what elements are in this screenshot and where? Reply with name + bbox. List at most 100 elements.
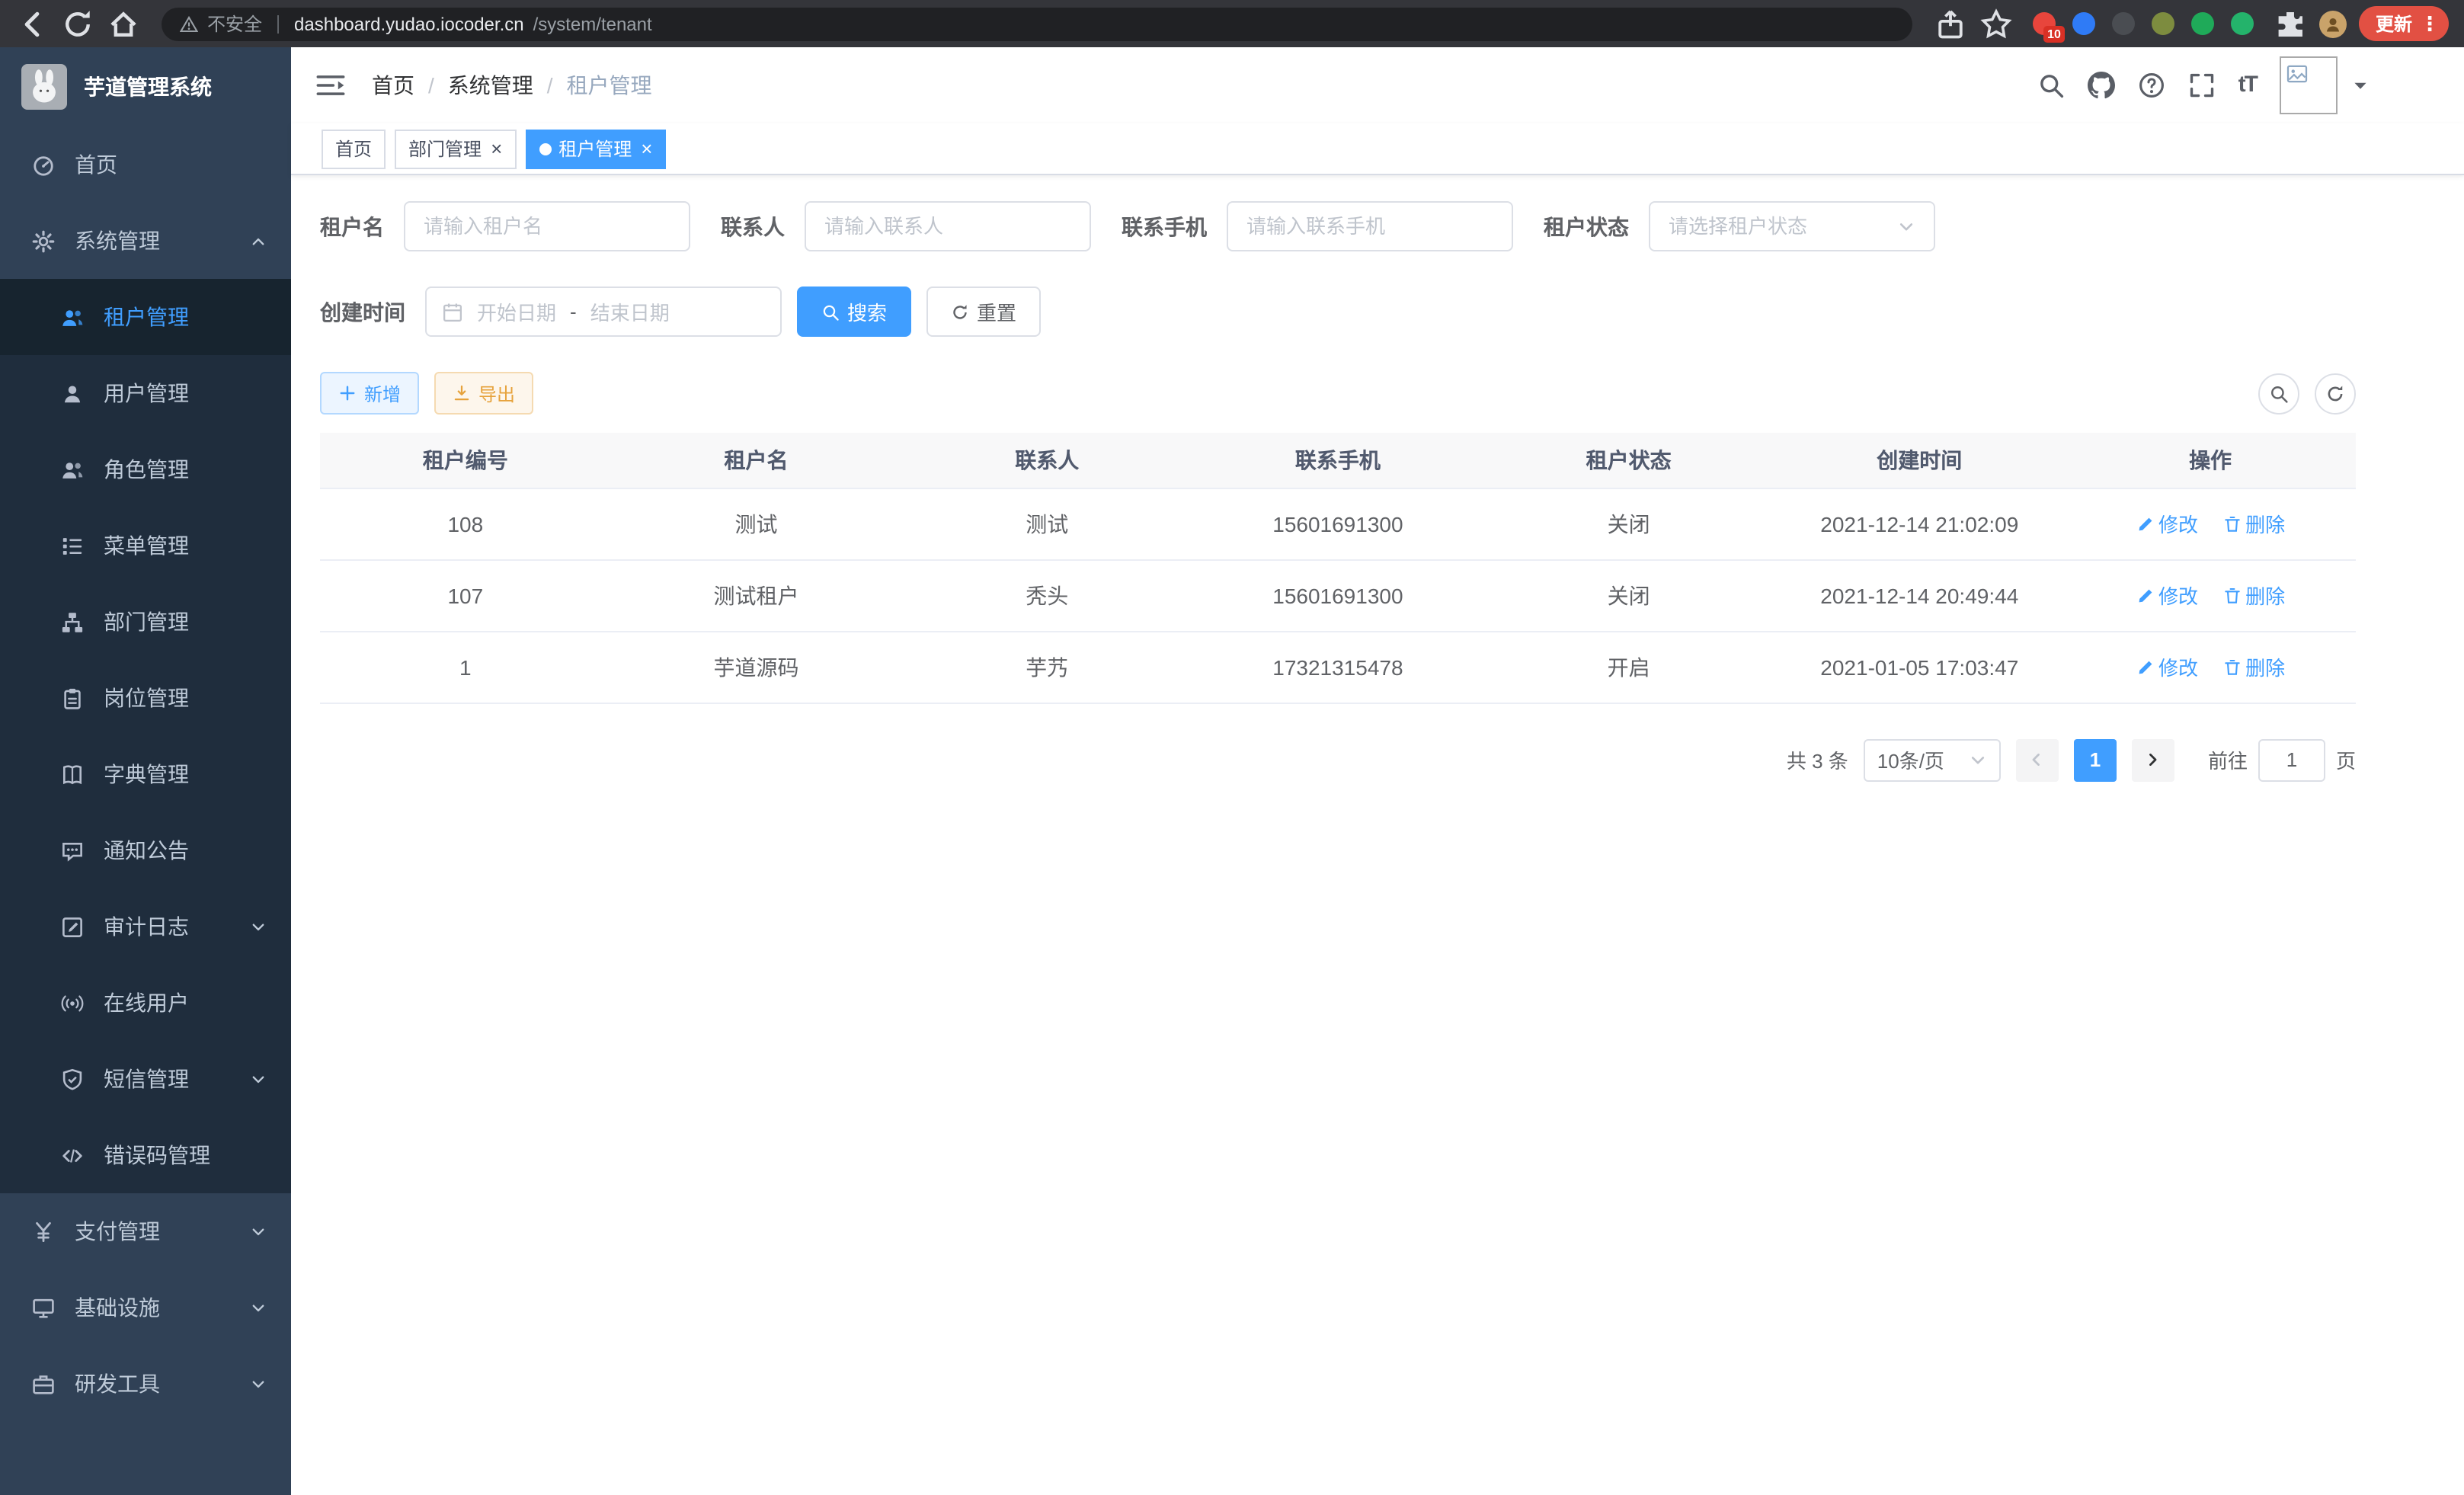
search-button[interactable]: 搜索 [797,287,911,337]
sidebar-item-pay[interactable]: 支付管理 [0,1193,291,1269]
fullscreen-icon[interactable] [2188,72,2216,99]
delete-icon [2222,586,2241,604]
phone-field[interactable] [1246,215,1493,238]
page-jumper: 前往 页 [2208,738,2356,781]
sidebar-item-home[interactable]: 首页 [0,126,291,203]
table-row[interactable]: 1芋道源码芋艿17321315478开启2021-01-05 17:03:47修… [320,631,2356,703]
avatar-caret-down-icon[interactable] [2351,76,2370,94]
delete-icon [2222,514,2241,533]
browser-extension-icon-4[interactable] [2152,12,2174,35]
sidebar-item-label: 错误码管理 [104,1140,210,1170]
app-logo[interactable]: 芋道管理系统 [0,47,291,126]
close-tab-icon[interactable]: × [491,139,502,158]
security-label[interactable]: 不安全 [207,11,262,37]
breadcrumb-item-2[interactable]: 系统管理 [448,70,533,101]
add-button[interactable]: 新增 [320,372,419,415]
edit-icon [2136,586,2154,604]
pay-icon [32,1220,55,1243]
close-tab-icon[interactable]: × [641,139,652,158]
browser-extension-icon-2[interactable] [2072,12,2095,35]
sidebar-item-dict[interactable]: 字典管理 [0,736,291,812]
bookmark-star-icon[interactable] [1979,7,2013,40]
github-icon[interactable] [2088,72,2115,99]
home-icon[interactable] [107,7,140,40]
table-header-row: 租户编号租户名联系人联系手机租户状态创建时间操作 [320,433,2356,488]
table-row[interactable]: 107测试租户秃头15601691300关闭2021-12-14 20:49:4… [320,559,2356,631]
export-button[interactable]: 导出 [434,372,533,415]
reload-icon[interactable] [61,7,94,40]
pagination-total: 共 3 条 [1787,745,1848,774]
edit-row-button[interactable]: 修改 [2136,509,2198,538]
scale-wrapper: 不安全 dashboard.yudao.iocoder.cn/system/te… [0,0,2464,1495]
phone-input[interactable] [1227,201,1513,251]
sidebar-item-online-user[interactable]: 在线用户 [0,965,291,1041]
cell-status: 关闭 [1483,488,1774,559]
cell-status: 关闭 [1483,559,1774,631]
font-size-icon[interactable]: tT [2238,72,2257,99]
sidebar-item-label: 用户管理 [104,378,189,408]
user-avatar[interactable] [2280,56,2338,114]
reset-button[interactable]: 重置 [926,287,1041,337]
browser-extension-icon-6[interactable] [2231,12,2254,35]
status-field[interactable] [1669,215,1897,238]
header-search-icon[interactable] [2037,72,2065,99]
sidebar-item-menu[interactable]: 菜单管理 [0,507,291,584]
edit-row-button[interactable]: 修改 [2136,652,2198,681]
tab-label: 租户管理 [558,136,632,162]
cell-id: 1 [320,631,611,703]
kebab-menu-icon[interactable]: ⋮ [2420,11,2440,36]
edit-row-button[interactable]: 修改 [2136,581,2198,610]
sidebar-item-user[interactable]: 用户管理 [0,355,291,431]
sidebar-item-sms[interactable]: 短信管理 [0,1041,291,1117]
search-button-label: 搜索 [847,297,887,326]
contact-field[interactable] [824,215,1071,238]
sidebar-item-notice[interactable]: 通知公告 [0,812,291,888]
table-toolbar: 新增 导出 [320,372,2356,415]
status-select[interactable] [1649,201,1935,251]
sidebar-item-error-code[interactable]: 错误码管理 [0,1117,291,1193]
back-icon[interactable] [15,7,49,40]
tab-label: 部门管理 [408,136,482,162]
extensions-puzzle-icon[interactable] [2274,7,2307,40]
tab-tenant[interactable]: 租户管理 × [525,129,666,168]
tools-icon [32,1372,55,1395]
breadcrumb-item-1[interactable]: 首页 [372,70,414,101]
tenant-name-input[interactable] [404,201,690,251]
sidebar-item-audit-log[interactable]: 审计日志 [0,888,291,965]
page-size-select[interactable]: 10条/页 [1864,738,2001,781]
chevron-down-icon [1969,751,1987,769]
toggle-search-button[interactable] [2258,373,2299,414]
edit-icon [2136,514,2154,533]
next-page-button[interactable] [2132,738,2174,781]
post-icon [61,687,84,709]
help-icon[interactable] [2138,72,2165,99]
tenant-name-field[interactable] [424,215,670,238]
sidebar-item-dept[interactable]: 部门管理 [0,584,291,660]
prev-page-button[interactable] [2016,738,2059,781]
table-row[interactable]: 108测试测试15601691300关闭2021-12-14 21:02:09修… [320,488,2356,559]
share-icon[interactable] [1934,7,1967,40]
create-time-range-input[interactable]: 开始日期 - 结束日期 [425,287,782,337]
browser-profile-avatar[interactable] [2319,10,2347,37]
reset-icon [951,303,969,321]
sidebar-item-post[interactable]: 岗位管理 [0,660,291,736]
sidebar-collapse-icon[interactable] [315,72,346,99]
browser-extension-icon-5[interactable] [2191,12,2214,35]
browser-extension-icon-3[interactable] [2112,12,2135,35]
goto-page-input[interactable] [2258,738,2325,781]
sidebar-item-role[interactable]: 角色管理 [0,431,291,507]
browser-extension-icon-1[interactable]: 10 [2033,12,2056,35]
sidebar-item-dev-tools[interactable]: 研发工具 [0,1346,291,1422]
refresh-table-button[interactable] [2315,373,2356,414]
contact-input[interactable] [805,201,1091,251]
sidebar-item-tenant[interactable]: 租户管理 [0,279,291,355]
url-bar[interactable]: 不安全 dashboard.yudao.iocoder.cn/system/te… [162,7,1912,40]
tab-dept[interactable]: 部门管理 × [395,129,516,168]
tenant-name-label: 租户名 [320,211,384,242]
cell-actions: 修改删除 [2065,488,2356,559]
browser-update-button[interactable]: 更新 ⋮ [2359,6,2449,41]
current-page-button[interactable]: 1 [2074,738,2117,781]
sidebar-item-system[interactable]: 系统管理 [0,203,291,279]
tab-home[interactable]: 首页 [322,129,386,168]
sidebar-item-infra[interactable]: 基础设施 [0,1269,291,1346]
